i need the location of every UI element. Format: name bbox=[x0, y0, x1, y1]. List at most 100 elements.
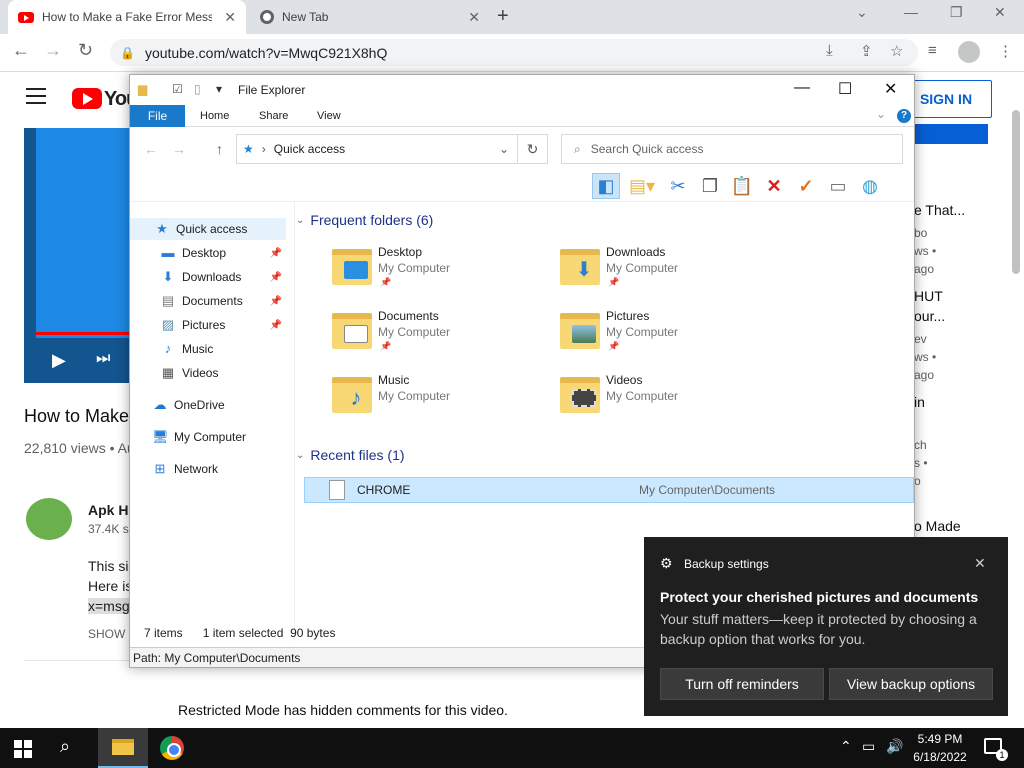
address-bar[interactable]: ★ › Quick access ⌄ bbox=[236, 134, 518, 164]
sidebar-item-desktop[interactable]: ▬ Desktop 📌 bbox=[130, 242, 286, 264]
sidebar-item-onedrive[interactable]: ☁ OneDrive bbox=[130, 394, 286, 416]
minimize-icon[interactable]: — bbox=[794, 79, 810, 97]
channel-avatar[interactable] bbox=[26, 498, 72, 540]
browser-tab-youtube[interactable]: How to Make a Fake Error Messa ✕ bbox=[8, 0, 246, 34]
close-tab-icon[interactable]: ✕ bbox=[224, 9, 236, 26]
profile-avatar[interactable] bbox=[958, 41, 980, 63]
taskbar-chrome-icon[interactable] bbox=[160, 736, 184, 760]
cut-icon[interactable]: ✂ bbox=[664, 173, 692, 199]
folder-tile-documents[interactable]: Documents My Computer 📌 bbox=[332, 309, 542, 367]
tab-file[interactable]: File bbox=[130, 105, 185, 127]
folder-tile-downloads[interactable]: ⬇ Downloads My Computer 📌 bbox=[560, 245, 770, 303]
expand-ribbon-icon[interactable]: ⌄ bbox=[876, 107, 886, 121]
pin-icon[interactable]: 📌 bbox=[270, 296, 282, 307]
sidebar-item-pictures[interactable]: ▨ Pictures 📌 bbox=[130, 314, 286, 336]
chrome-menu-icon[interactable]: ⋮ bbox=[998, 42, 1013, 60]
windows-start-icon[interactable] bbox=[14, 740, 32, 758]
reload-icon[interactable]: ↻ bbox=[78, 40, 93, 61]
clock-time[interactable]: 5:49 PM bbox=[914, 732, 966, 746]
folder-tile-desktop[interactable]: Desktop My Computer 📌 bbox=[332, 245, 542, 303]
related-video-title[interactable]: o Made bbox=[914, 518, 984, 534]
maximize-icon[interactable]: ☐ bbox=[838, 79, 852, 99]
close-icon[interactable]: ✕ bbox=[994, 4, 1006, 21]
customize-toolbar-icon[interactable]: ▾ bbox=[216, 82, 222, 96]
back-arrow-icon[interactable]: ← bbox=[144, 141, 158, 157]
install-icon[interactable]: ⤓ bbox=[826, 42, 833, 59]
back-arrow-icon[interactable]: ← bbox=[12, 40, 30, 61]
new-tab-button[interactable]: + bbox=[497, 5, 509, 28]
download-banner-button[interactable] bbox=[914, 124, 988, 144]
browser-tab-new-tab[interactable]: New Tab ✕ bbox=[250, 0, 490, 34]
delete-icon[interactable]: ✕ bbox=[760, 173, 788, 199]
sidebar-item-music[interactable]: ♪ Music bbox=[130, 338, 286, 360]
refresh-button[interactable]: ↻ bbox=[518, 134, 548, 164]
volume-icon[interactable]: 🔊 bbox=[886, 738, 903, 755]
close-icon[interactable]: ✕ bbox=[884, 79, 897, 99]
related-video-title[interactable]: e That... bbox=[914, 202, 984, 218]
sidebar-item-documents[interactable]: ▤ Documents 📌 bbox=[130, 290, 286, 312]
search-icon[interactable]: ⌕ bbox=[60, 736, 70, 757]
tab-home[interactable]: Home bbox=[200, 110, 229, 122]
next-icon[interactable]: ⏭ bbox=[96, 350, 110, 368]
turn-off-reminders-button[interactable]: Turn off reminders bbox=[660, 668, 824, 700]
pin-icon[interactable]: 📌 bbox=[270, 272, 282, 283]
up-arrow-icon[interactable]: ↑ bbox=[216, 141, 223, 157]
folder-tile-pictures[interactable]: Pictures My Computer 📌 bbox=[560, 309, 770, 367]
view-backup-options-button[interactable]: View backup options bbox=[829, 668, 993, 700]
checkmark-icon[interactable]: ✓ bbox=[792, 173, 820, 199]
clock-date[interactable]: 6/18/2022 bbox=[910, 750, 970, 764]
properties-icon[interactable]: ☑ bbox=[172, 82, 183, 96]
sidebar-item-downloads[interactable]: ⬇ Downloads 📌 bbox=[130, 266, 286, 288]
network-icon[interactable]: ▭ bbox=[862, 738, 875, 755]
view-count: 22,810 views • Au bbox=[24, 440, 135, 456]
address-bar[interactable]: 🔒 youtube.com/watch?v=MwqC921X8hQ bbox=[110, 39, 918, 66]
taskbar-file-explorer-button[interactable] bbox=[98, 728, 148, 768]
video-progress-bar[interactable] bbox=[36, 332, 130, 335]
related-video-title[interactable]: HUT bbox=[914, 288, 984, 304]
pin-icon[interactable]: 📌 bbox=[270, 248, 282, 259]
page-scrollbar[interactable] bbox=[1012, 110, 1020, 274]
breadcrumb[interactable]: Quick access bbox=[274, 142, 345, 156]
new-folder-menu-icon[interactable]: ▤▾ bbox=[624, 173, 660, 199]
forward-arrow-icon[interactable]: → bbox=[172, 141, 186, 157]
media-controls-icon[interactable]: ≡ bbox=[928, 42, 937, 59]
tab-view[interactable]: View bbox=[317, 110, 341, 122]
close-tab-icon[interactable]: ✕ bbox=[468, 9, 480, 26]
minimize-icon[interactable]: — bbox=[904, 4, 918, 20]
frequent-folders-header[interactable]: ⌄ Frequent folders (6) bbox=[296, 212, 906, 228]
folder-tile-videos[interactable]: Videos My Computer bbox=[560, 373, 770, 431]
related-video-title[interactable]: in bbox=[914, 394, 984, 410]
globe-icon[interactable]: ◍ bbox=[856, 173, 884, 199]
related-video-title[interactable]: our... bbox=[914, 308, 984, 324]
tab-title: New Tab bbox=[282, 10, 329, 24]
recent-file-row[interactable]: CHROME My Computer\Documents bbox=[304, 477, 914, 503]
restore-icon[interactable]: ❐ bbox=[950, 4, 963, 21]
paste-icon[interactable]: 📋 bbox=[728, 173, 756, 199]
backup-notification-toast[interactable]: ⚙ Backup settings ✕ Protect your cherish… bbox=[644, 537, 1008, 716]
chevron-up-icon[interactable]: ⌃ bbox=[840, 738, 852, 755]
new-folder-icon[interactable]: ▯ bbox=[194, 82, 201, 96]
bookmark-star-icon[interactable]: ☆ bbox=[890, 42, 903, 60]
sidebar-item-quick-access[interactable]: ★ Quick access bbox=[130, 218, 286, 240]
hamburger-menu-icon[interactable] bbox=[26, 88, 46, 104]
sidebar-item-videos[interactable]: ▦ Videos bbox=[130, 362, 286, 384]
forward-arrow-icon[interactable]: → bbox=[44, 40, 62, 61]
tab-share[interactable]: Share bbox=[259, 110, 288, 122]
rename-icon[interactable]: ▭ bbox=[824, 173, 852, 199]
pane-splitter[interactable] bbox=[294, 201, 295, 641]
sidebar-item-network[interactable]: ⊞ Network bbox=[130, 458, 286, 480]
chevron-down-icon[interactable]: ⌄ bbox=[499, 142, 509, 156]
share-icon[interactable]: ⇪ bbox=[860, 42, 873, 60]
play-icon[interactable]: ▶ bbox=[52, 350, 66, 371]
sidebar-item-my-computer[interactable]: 🖥 My Computer bbox=[130, 426, 286, 448]
youtube-logo-icon[interactable] bbox=[72, 88, 102, 109]
close-icon[interactable]: ✕ bbox=[974, 555, 986, 572]
pin-icon[interactable]: 📌 bbox=[270, 320, 282, 331]
recent-files-header[interactable]: ⌄ Recent files (1) bbox=[296, 447, 906, 463]
search-input[interactable]: ⌕ Search Quick access bbox=[561, 134, 903, 164]
copy-icon[interactable]: ❐ bbox=[696, 173, 724, 199]
tab-search-icon[interactable]: ⌄ bbox=[856, 4, 868, 21]
navigation-pane-icon[interactable]: ◧ bbox=[592, 173, 620, 199]
folder-tile-music[interactable]: ♪ Music My Computer bbox=[332, 373, 542, 431]
help-icon[interactable]: ? bbox=[897, 109, 911, 123]
